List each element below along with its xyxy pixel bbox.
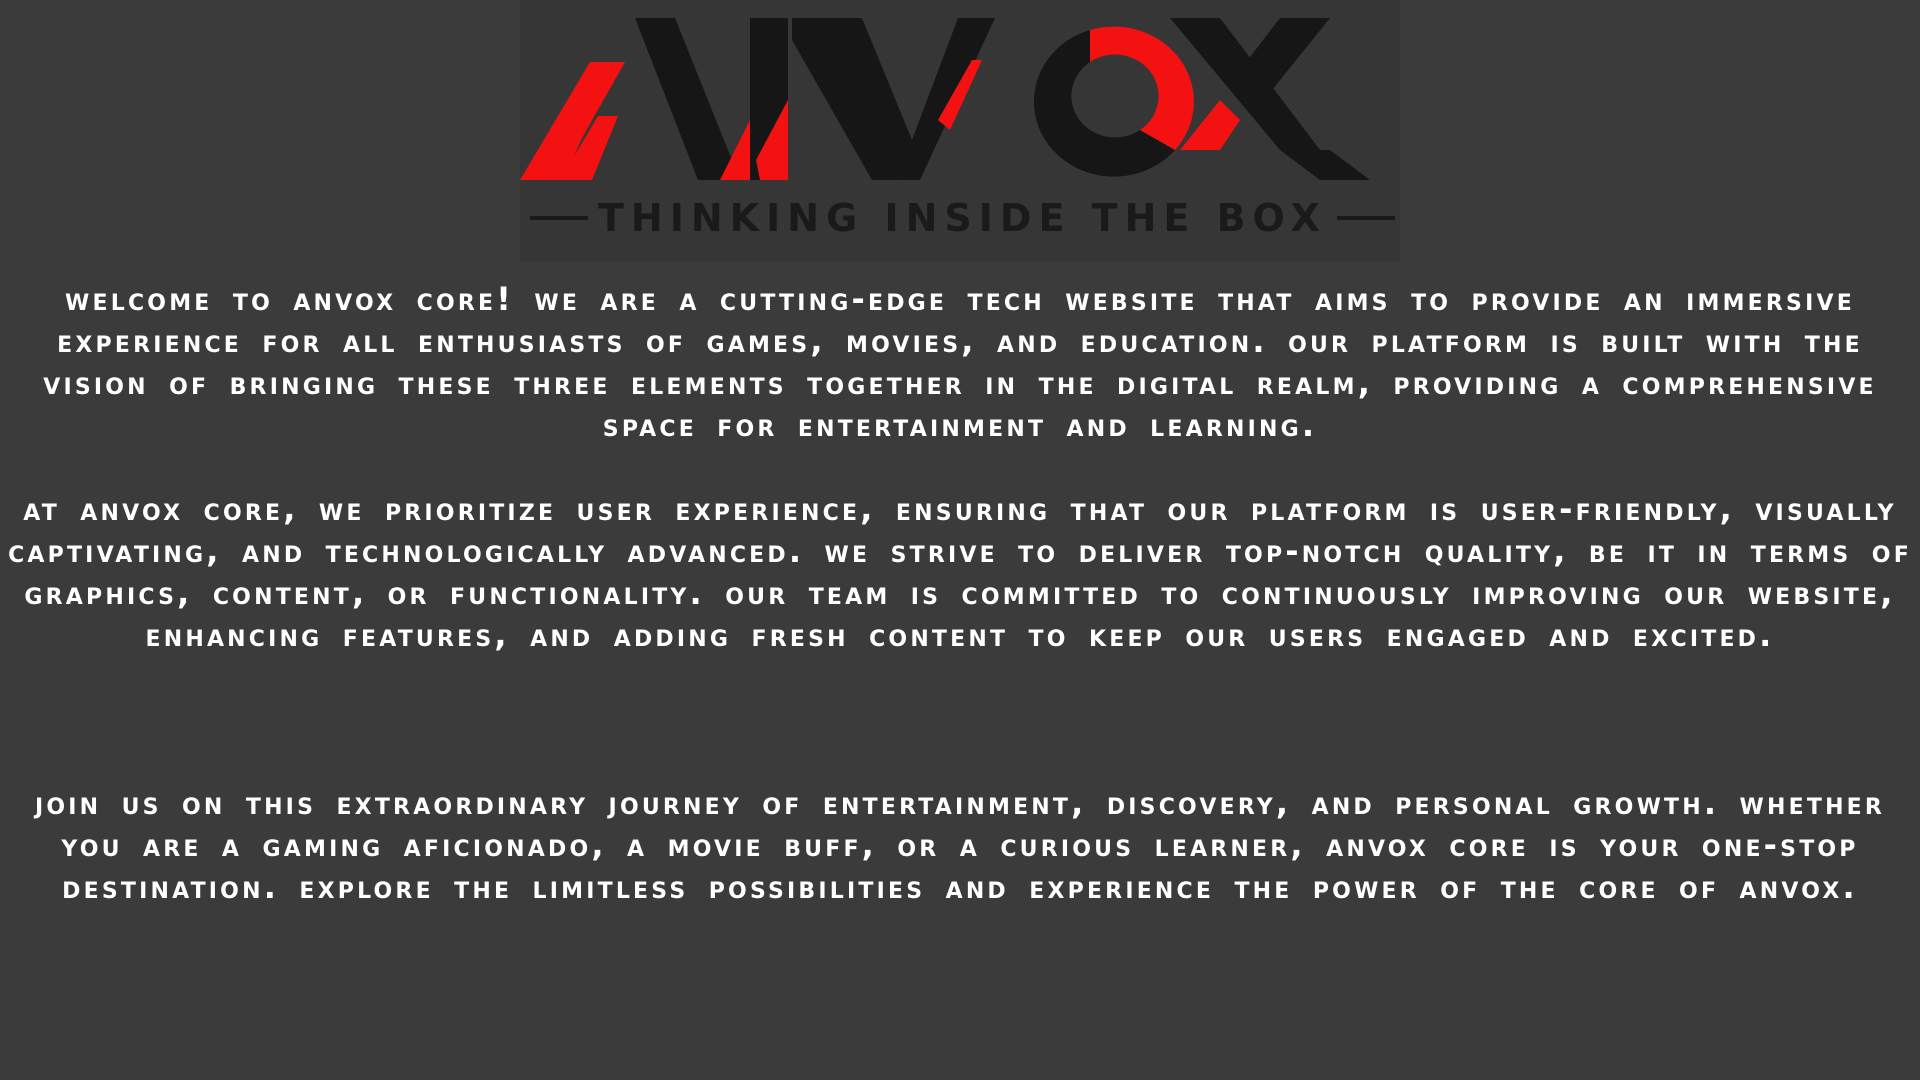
about-paragraph-1: Welcome to Anvox Core! We are a cutting-… — [43, 280, 1877, 444]
logo-tagline: THINKING INSIDE THE BOX — [520, 196, 1400, 240]
tagline-left-dash — [530, 215, 588, 220]
about-content: Welcome to Anvox Core! We are a cutting-… — [8, 278, 1912, 908]
tagline-text: THINKING INSIDE THE BOX — [598, 196, 1327, 240]
about-paragraph-3: Join us on this extraordinary journey of… — [34, 784, 1886, 906]
anvox-logo: THINKING INSIDE THE BOX — [520, 0, 1400, 262]
about-paragraph-2: At Anvox Core, we prioritize user experi… — [8, 490, 1912, 654]
tagline-right-dash — [1336, 215, 1395, 220]
